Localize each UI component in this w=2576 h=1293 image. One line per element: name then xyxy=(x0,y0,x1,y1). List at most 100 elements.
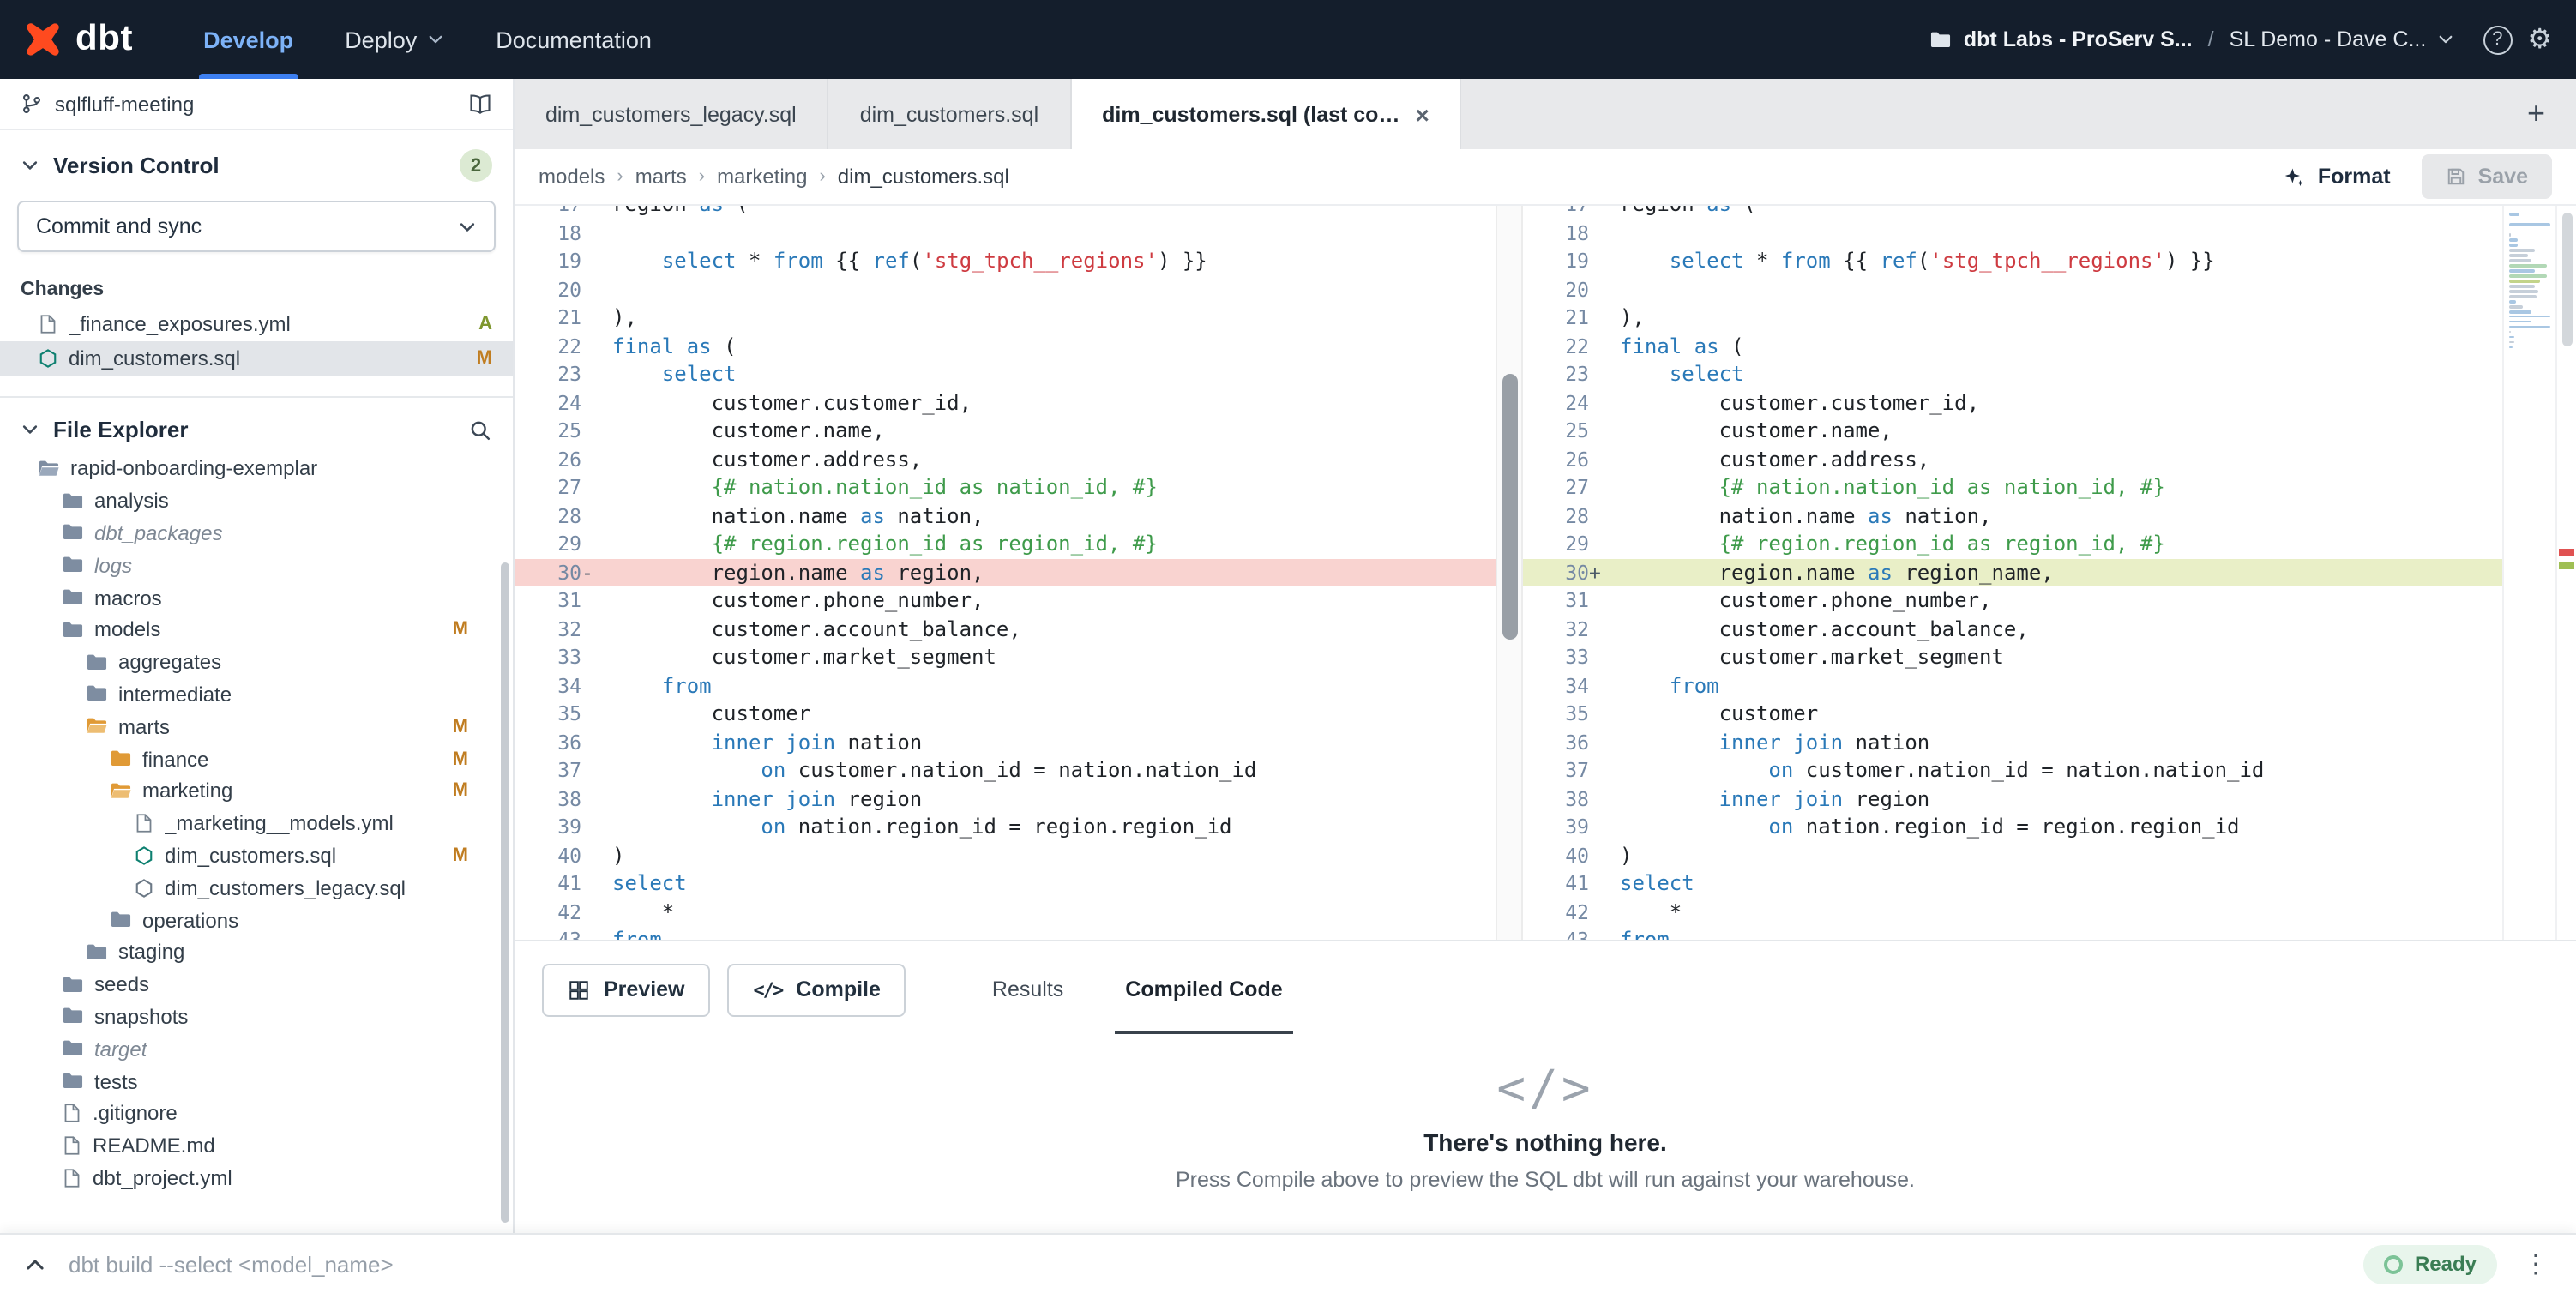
code-line[interactable]: 33 customer.market_segment xyxy=(1522,643,2502,671)
code-line[interactable]: 24 customer.customer_id, xyxy=(1522,388,2502,417)
code-line[interactable]: 42 * xyxy=(515,898,1495,926)
tree-item[interactable]: .gitignore xyxy=(0,1098,513,1130)
file-explorer-header[interactable]: File Explorer xyxy=(0,398,513,453)
code-line[interactable]: 40) xyxy=(515,841,1495,869)
tree-item[interactable]: _marketing__models.yml xyxy=(0,808,513,840)
code-line[interactable]: 28 nation.name as nation, xyxy=(1522,502,2502,530)
breadcrumb-item[interactable]: marketing xyxy=(717,165,807,189)
code-line[interactable]: 43from xyxy=(1522,926,2502,940)
tree-item[interactable]: financeM xyxy=(0,743,513,775)
code-line[interactable]: 43from xyxy=(515,926,1495,940)
code-line[interactable]: 26 customer.address, xyxy=(1522,445,2502,473)
book-icon[interactable] xyxy=(468,92,492,116)
search-icon[interactable] xyxy=(468,418,492,442)
code-line[interactable]: 17region as ( xyxy=(1522,206,2502,219)
tree-item[interactable]: target xyxy=(0,1033,513,1066)
account-selector[interactable]: dbt Labs - ProServ S... xyxy=(1929,27,2193,51)
compile-button[interactable]: </> Compile xyxy=(728,963,906,1016)
tree-item[interactable]: martsM xyxy=(0,711,513,743)
project-selector[interactable]: SL Demo - Dave C... xyxy=(2230,27,2454,51)
code-line[interactable]: 26 customer.address, xyxy=(515,445,1495,473)
breadcrumb-item[interactable]: dim_customers.sql xyxy=(838,165,1009,189)
nav-item-develop[interactable]: Develop xyxy=(178,0,319,79)
code-line[interactable]: 34 from xyxy=(1522,671,2502,700)
code-line[interactable]: 34 from xyxy=(515,671,1495,700)
minimap[interactable] xyxy=(2502,206,2555,940)
tree-item[interactable]: seeds xyxy=(0,969,513,1001)
tree-item[interactable]: dbt_project.yml xyxy=(0,1162,513,1194)
code-line[interactable]: 38 inner join region xyxy=(1522,785,2502,813)
scrollbar-thumb[interactable] xyxy=(1502,375,1517,639)
code-line[interactable]: 27 {# nation.nation_id as nation_id, #} xyxy=(515,473,1495,502)
nav-item-documentation[interactable]: Documentation xyxy=(470,0,677,79)
code-line[interactable]: 36 inner join nation xyxy=(1522,728,2502,756)
change-item[interactable]: _finance_exposures.ymlA xyxy=(0,307,513,341)
tree-item[interactable]: README.md xyxy=(0,1129,513,1162)
editor-tab[interactable]: dim_customers_legacy.sql xyxy=(515,79,829,149)
code-line[interactable]: 32 customer.account_balance, xyxy=(1522,615,2502,643)
nav-item-deploy[interactable]: Deploy xyxy=(319,0,470,79)
code-line[interactable]: 28 nation.name as nation, xyxy=(515,502,1495,530)
tree-item[interactable]: intermediate xyxy=(0,678,513,711)
code-line[interactable]: 22final as ( xyxy=(515,332,1495,360)
tree-item[interactable]: dim_customers.sqlM xyxy=(0,839,513,872)
code-line[interactable]: 37 on customer.nation_id = nation.nation… xyxy=(1522,756,2502,785)
overview-ruler[interactable] xyxy=(2555,206,2576,940)
change-item[interactable]: dim_customers.sqlM xyxy=(0,341,513,376)
code-line[interactable]: 41select xyxy=(1522,869,2502,898)
code-line[interactable]: 24 customer.customer_id, xyxy=(515,388,1495,417)
editor-tab[interactable]: dim_customers.sql (last co…× xyxy=(1071,79,1462,149)
tree-item[interactable]: marketingM xyxy=(0,775,513,808)
code-line[interactable]: 40) xyxy=(1522,841,2502,869)
code-line[interactable]: 29 {# region.region_id as region_id, #} xyxy=(515,530,1495,558)
code-line[interactable]: 19 select * from {{ ref('stg_tpch__regio… xyxy=(1522,247,2502,275)
help-icon[interactable]: ? xyxy=(2483,25,2512,54)
code-line[interactable]: 27 {# nation.nation_id as nation_id, #} xyxy=(1522,473,2502,502)
panel-tab-results[interactable]: Results xyxy=(989,960,1067,1019)
tree-item[interactable]: snapshots xyxy=(0,1001,513,1033)
command-input[interactable] xyxy=(69,1251,2341,1277)
tree-item[interactable]: analysis xyxy=(0,485,513,518)
tree-item[interactable]: dbt_packages xyxy=(0,517,513,550)
new-tab-button[interactable]: + xyxy=(2496,79,2576,149)
tree-item[interactable]: rapid-onboarding-exemplar xyxy=(0,453,513,485)
preview-button[interactable]: Preview xyxy=(542,963,711,1016)
code-line[interactable]: 33 customer.market_segment xyxy=(515,643,1495,671)
chevron-up-icon[interactable] xyxy=(24,1253,46,1275)
code-line[interactable]: 21), xyxy=(515,304,1495,332)
save-button[interactable]: Save xyxy=(2422,154,2552,199)
code-line[interactable]: 36 inner join nation xyxy=(515,728,1495,756)
code-line[interactable]: 25 customer.name, xyxy=(515,417,1495,445)
branch-name[interactable]: sqlfluff-meeting xyxy=(55,92,194,116)
code-line[interactable]: 35 customer xyxy=(1522,700,2502,728)
tree-item[interactable]: staging xyxy=(0,936,513,969)
breadcrumb-item[interactable]: marts xyxy=(635,165,687,189)
code-line[interactable]: 21), xyxy=(1522,304,2502,332)
code-line[interactable]: 35 customer xyxy=(515,700,1495,728)
code-line[interactable]: 39 on nation.region_id = region.region_i… xyxy=(1522,813,2502,841)
code-line[interactable]: 18 xyxy=(1522,219,2502,247)
code-line[interactable]: 17region as ( xyxy=(515,206,1495,219)
code-line[interactable]: 38 inner join region xyxy=(515,785,1495,813)
code-line[interactable]: 20 xyxy=(1522,275,2502,304)
editor-tab[interactable]: dim_customers.sql xyxy=(829,79,1071,149)
format-button[interactable]: Format xyxy=(2273,156,2401,197)
code-line[interactable]: 42 * xyxy=(1522,898,2502,926)
tree-item[interactable]: operations xyxy=(0,904,513,936)
code-line[interactable]: 23 select xyxy=(515,360,1495,388)
code-line[interactable]: 22final as ( xyxy=(1522,332,2502,360)
code-line[interactable]: 19 select * from {{ ref('stg_tpch__regio… xyxy=(515,247,1495,275)
close-icon[interactable]: × xyxy=(1415,102,1429,126)
tree-item[interactable]: aggregates xyxy=(0,646,513,679)
code-line[interactable]: 30+ region.name as region_name, xyxy=(1522,558,2502,586)
code-line[interactable]: 18 xyxy=(515,219,1495,247)
breadcrumb-item[interactable]: models xyxy=(539,165,605,189)
tree-item[interactable]: logs xyxy=(0,550,513,582)
chevron-down-icon[interactable] xyxy=(458,217,477,236)
tree-item[interactable]: macros xyxy=(0,581,513,614)
code-line[interactable]: 23 select xyxy=(1522,360,2502,388)
code-line[interactable]: 29 {# region.region_id as region_id, #} xyxy=(1522,530,2502,558)
panel-tab-compiled-code[interactable]: Compiled Code xyxy=(1122,960,1285,1019)
code-line[interactable]: 37 on customer.nation_id = nation.nation… xyxy=(515,756,1495,785)
tree-item[interactable]: tests xyxy=(0,1065,513,1098)
